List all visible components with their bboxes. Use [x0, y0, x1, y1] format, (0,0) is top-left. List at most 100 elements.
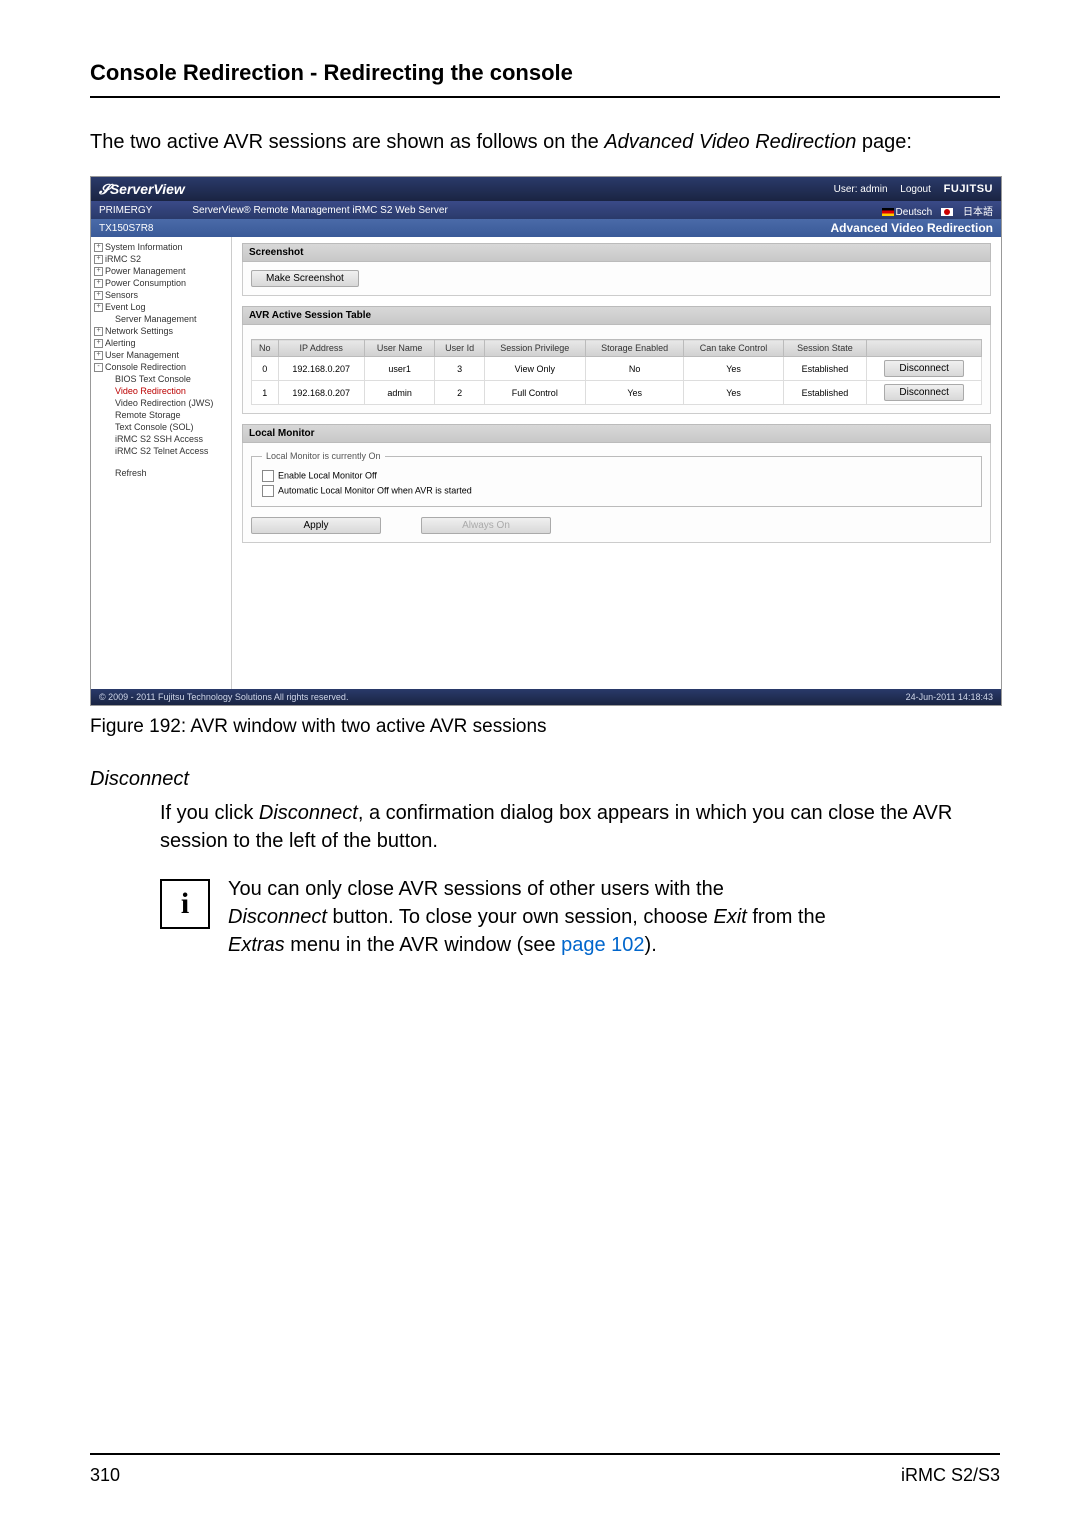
table-cell: Established	[783, 381, 867, 405]
figure-caption: Figure 192: AVR window with two active A…	[90, 716, 1000, 738]
tree-toggle-icon[interactable]: +	[94, 279, 103, 288]
sidebar-item-label: Power Management	[105, 266, 186, 276]
tree-toggle-icon[interactable]: +	[94, 255, 103, 264]
sidebar-item[interactable]: Video Redirection	[91, 385, 231, 397]
sidebar-item[interactable]: iRMC S2 SSH Access	[91, 433, 231, 445]
sidebar-item-label: Text Console (SOL)	[115, 422, 194, 432]
sidebar-item-label: Video Redirection	[115, 386, 186, 396]
logout-link[interactable]: Logout	[900, 184, 931, 195]
lang-jp[interactable]: 日本語	[963, 207, 993, 218]
shot-topbar: 𝓢ServerView User: admin Logout FUJITSU	[91, 177, 1001, 201]
table-header: Can take Control	[684, 340, 783, 357]
il3a: Extras	[228, 934, 285, 956]
panel-avr-title: AVR Active Session Table	[242, 306, 991, 325]
sidebar-item-label: System Information	[105, 242, 183, 252]
panel-monitor-title: Local Monitor	[242, 424, 991, 443]
panel-screenshot-body: Make Screenshot	[242, 262, 991, 296]
tree-toggle-icon[interactable]: +	[94, 267, 103, 276]
disconnect-button[interactable]: Disconnect	[884, 384, 963, 401]
tree-toggle-icon[interactable]: +	[94, 351, 103, 360]
table-cell: Established	[783, 357, 867, 381]
sidebar-item[interactable]: +Sensors	[91, 289, 231, 301]
intro-italic: Advanced Video Redirection	[604, 131, 856, 153]
user-label: User: admin	[834, 184, 888, 195]
sidebar-item-label: Network Settings	[105, 326, 173, 336]
table-cell: 1	[252, 381, 279, 405]
rule	[90, 96, 1000, 98]
table-cell: Full Control	[484, 381, 585, 405]
tree-toggle-icon[interactable]: -	[94, 363, 103, 372]
table-cell: Yes	[684, 357, 783, 381]
copyright: © 2009 - 2011 Fujitsu Technology Solutio…	[99, 692, 348, 702]
sidebar-item-label: Refresh	[115, 468, 147, 478]
lang-deutsch[interactable]: Deutsch	[896, 207, 933, 218]
subtitle: ServerView® Remote Management iRMC S2 We…	[192, 205, 447, 216]
checkbox-auto-off[interactable]	[262, 485, 274, 497]
table-header	[867, 340, 982, 357]
sidebar-item[interactable]: +Alerting	[91, 337, 231, 349]
p1a: If you click	[160, 802, 259, 824]
il2c: Exit	[713, 906, 746, 928]
sidebar-item[interactable]: Text Console (SOL)	[91, 421, 231, 433]
il3b: menu in the AVR window (see	[285, 934, 561, 956]
apply-button[interactable]: Apply	[251, 517, 381, 534]
sidebar-item[interactable]: Remote Storage	[91, 409, 231, 421]
checkbox-enable-off[interactable]	[262, 470, 274, 482]
info-text: You can only close AVR sessions of other…	[228, 875, 826, 959]
sidebar-item-label: Remote Storage	[115, 410, 181, 420]
product-label: PRIMERGY	[99, 205, 152, 216]
table-cell: user1	[364, 357, 435, 381]
page-title: Advanced Video Redirection	[831, 221, 994, 235]
info-icon: i	[160, 879, 210, 929]
sidebar-item[interactable]: iRMC S2 Telnet Access	[91, 445, 231, 457]
tree-toggle-icon[interactable]: +	[94, 243, 103, 252]
table-cell: Disconnect	[867, 357, 982, 381]
tree-toggle-icon[interactable]: +	[94, 339, 103, 348]
sidebar-item[interactable]: +Power Consumption	[91, 277, 231, 289]
sidebar-item[interactable]: +Power Management	[91, 265, 231, 277]
table-header: Storage Enabled	[585, 340, 684, 357]
sidebar-item-label: iRMC S2 SSH Access	[115, 434, 203, 444]
tree-toggle-icon[interactable]: +	[94, 291, 103, 300]
sidebar-item[interactable]: BIOS Text Console	[91, 373, 231, 385]
sidebar-item[interactable]: +Network Settings	[91, 325, 231, 337]
sidebar-item-label: Sensors	[105, 290, 138, 300]
sidebar-item-label: Alerting	[105, 338, 136, 348]
panel-avr-body: NoIP AddressUser NameUser IdSession Priv…	[242, 325, 991, 414]
il2a: Disconnect	[228, 906, 327, 928]
sidebar-item[interactable]: Refresh	[91, 467, 231, 479]
always-on-button[interactable]: Always On	[421, 517, 551, 534]
section-title: Console Redirection - Redirecting the co…	[90, 60, 1000, 86]
page-footer: 310 iRMC S2/S3	[90, 1453, 1000, 1486]
tree-toggle-icon[interactable]: +	[94, 303, 103, 312]
panel-screenshot-title: Screenshot	[242, 243, 991, 262]
sidebar-item[interactable]: Server Management	[91, 313, 231, 325]
sidebar-item[interactable]: +System Information	[91, 241, 231, 253]
sidebar-item-label: iRMC S2 Telnet Access	[115, 446, 208, 456]
tree-toggle-icon[interactable]: +	[94, 327, 103, 336]
page-number: 310	[90, 1465, 120, 1486]
table-cell: View Only	[484, 357, 585, 381]
table-cell: 2	[435, 381, 484, 405]
page-102-link[interactable]: page 102	[561, 934, 644, 956]
sidebar-item-label: User Management	[105, 350, 179, 360]
sidebar-item[interactable]: +iRMC S2	[91, 253, 231, 265]
sidebar-item[interactable]: +User Management	[91, 349, 231, 361]
sidebar-item[interactable]: +Event Log	[91, 301, 231, 313]
cb1-label: Enable Local Monitor Off	[278, 470, 377, 480]
doc-id: iRMC S2/S3	[901, 1465, 1000, 1486]
table-row: 0192.168.0.207user13View OnlyNoYesEstabl…	[252, 357, 982, 381]
sidebar-item[interactable]: Video Redirection (JWS)	[91, 397, 231, 409]
shot-modelbar: TX150S7R8 Advanced Video Redirection	[91, 219, 1001, 237]
table-header: Session Privilege	[484, 340, 585, 357]
disconnect-button[interactable]: Disconnect	[884, 360, 963, 377]
il3c: ).	[645, 934, 657, 956]
table-cell: 0	[252, 357, 279, 381]
make-screenshot-button[interactable]: Make Screenshot	[251, 270, 359, 287]
sidebar-item[interactable]: -Console Redirection	[91, 361, 231, 373]
info-note: i You can only close AVR sessions of oth…	[160, 875, 1000, 959]
screenshot-figure: 𝓢ServerView User: admin Logout FUJITSU P…	[90, 176, 1002, 706]
table-cell: 192.168.0.207	[278, 381, 364, 405]
disconnect-paragraph: If you click Disconnect, a confirmation …	[160, 799, 1000, 855]
table-cell: 3	[435, 357, 484, 381]
